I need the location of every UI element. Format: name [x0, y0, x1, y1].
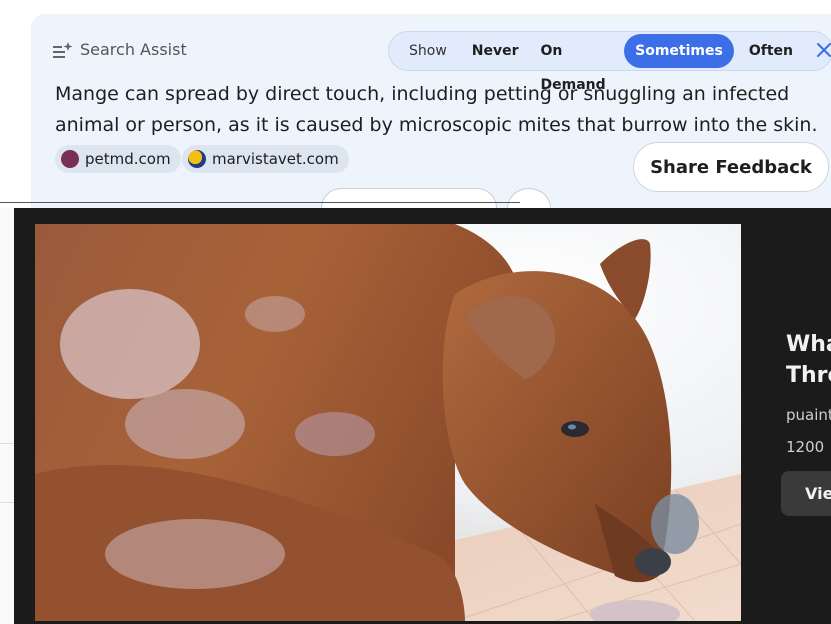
image-size: 1200 × — [786, 438, 831, 456]
share-feedback-button[interactable]: Share Feedback — [633, 142, 829, 192]
search-assist-header: Search Assist — [53, 40, 187, 59]
frequency-option-sometimes[interactable]: Sometimes — [624, 34, 734, 68]
marvistavet-favicon-icon — [188, 150, 206, 168]
search-assist-answer: Mange can spread by direct touch, includ… — [55, 83, 818, 136]
image-source[interactable]: puaint — [786, 406, 831, 424]
divider — [0, 202, 520, 203]
frequency-option-on-demand[interactable]: On Demand — [530, 34, 621, 93]
view-image-button[interactable]: Vie — [781, 471, 831, 516]
petmd-favicon-icon — [61, 150, 79, 168]
close-icon[interactable] — [816, 41, 831, 61]
image-viewer: Wha Thre puaint 1200 × Vie — [0, 208, 831, 624]
sparkle-list-icon — [53, 41, 73, 58]
source-chip-petmd[interactable]: petmd.com — [55, 145, 181, 173]
background-results-strip — [0, 208, 14, 624]
frequency-option-often[interactable]: Often — [738, 34, 804, 68]
source-chip-label: marvistavet.com — [212, 150, 339, 168]
frequency-option-never[interactable]: Never — [461, 34, 530, 68]
image-title: Wha Thre — [786, 332, 831, 388]
preview-image[interactable] — [35, 224, 741, 621]
frequency-selector: Show Never On Demand Sometimes Often — [388, 31, 831, 93]
search-assist-title: Search Assist — [80, 40, 187, 59]
source-chip-label: petmd.com — [85, 150, 171, 168]
source-chip-marvistavet[interactable]: marvistavet.com — [182, 145, 349, 173]
frequency-show-label: Show — [409, 43, 447, 59]
